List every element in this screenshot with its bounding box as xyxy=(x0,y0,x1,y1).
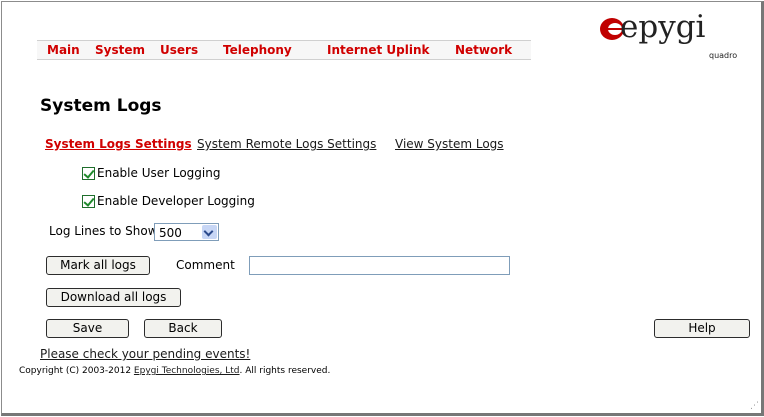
nav-network[interactable]: Network xyxy=(455,43,512,57)
user-logging-label: Enable User Logging xyxy=(97,166,221,180)
developer-logging-label: Enable Developer Logging xyxy=(97,194,255,208)
help-button[interactable]: Help xyxy=(654,319,750,338)
tab-system-remote-logs-settings[interactable]: System Remote Logs Settings xyxy=(197,137,376,151)
logo-subtitle: quadro xyxy=(709,51,738,60)
comment-input[interactable] xyxy=(249,256,510,275)
logo-wordmark: epygi xyxy=(620,9,706,45)
nav-users[interactable]: Users xyxy=(160,43,198,57)
chevron-down-icon[interactable] xyxy=(202,225,217,239)
epygi-link[interactable]: Epygi Technologies, Ltd xyxy=(134,366,240,376)
log-lines-select[interactable]: 500 xyxy=(154,223,219,241)
pending-events-link[interactable]: Please check your pending events! xyxy=(40,347,250,361)
copyright-prefix: Copyright (C) 2003-2012 xyxy=(19,366,134,376)
log-lines-value: 500 xyxy=(159,226,182,240)
tab-view-system-logs[interactable]: View System Logs xyxy=(395,137,504,151)
nav-telephony[interactable]: Telephony xyxy=(223,43,292,57)
copyright-suffix: . All rights reserved. xyxy=(239,366,331,376)
nav-main[interactable]: Main xyxy=(47,43,80,57)
developer-logging-checkbox[interactable] xyxy=(82,195,95,208)
copyright-text: Copyright (C) 2003-2012 Epygi Technologi… xyxy=(19,366,330,376)
download-all-logs-button[interactable]: Download all logs xyxy=(46,288,181,307)
user-logging-checkbox[interactable] xyxy=(82,167,95,180)
save-button[interactable]: Save xyxy=(46,319,129,338)
tab-system-logs-settings[interactable]: System Logs Settings xyxy=(45,137,192,151)
comment-label: Comment xyxy=(176,258,235,272)
back-button[interactable]: Back xyxy=(144,319,222,338)
log-lines-label: Log Lines to Show xyxy=(49,224,158,238)
top-nav: Main System Users Telephony Internet Upl… xyxy=(37,40,531,60)
nav-system[interactable]: System xyxy=(95,43,145,57)
page-title: System Logs xyxy=(40,96,162,116)
nav-internet-uplink[interactable]: Internet Uplink xyxy=(327,43,429,57)
mark-all-logs-button[interactable]: Mark all logs xyxy=(46,256,150,275)
epygi-logo: epygi quadro xyxy=(598,9,737,60)
resize-grip-icon[interactable]: ⋰ xyxy=(750,401,759,411)
